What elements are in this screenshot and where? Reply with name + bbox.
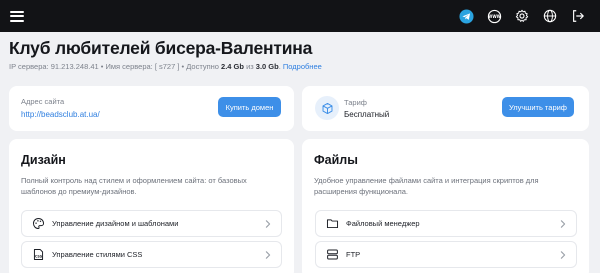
buy-domain-button[interactable]: Купить домен [218,97,281,117]
server-info: IP сервера: 91.213.248.41 • Имя сервера:… [9,62,594,72]
cube-icon [315,96,339,120]
file-manager-item[interactable]: Файловый менеджер [315,210,577,237]
file-manager-label: Файловый менеджер [346,219,420,228]
server-name: Имя сервера: [ s727 ] [105,62,180,71]
ftp-label: FTP [346,250,361,259]
telegram-icon[interactable] [458,8,474,24]
page-header: Клуб любителей бисера-Валентина IP серве… [9,38,594,72]
chevron-right-icon [264,219,272,228]
files-title: Файлы [314,153,358,167]
ftp-item[interactable]: FTP [315,241,577,268]
files-description: Удобное управление файлами сайта и интег… [314,176,539,196]
globe-icon[interactable] [542,8,558,24]
svg-text:CSS: CSS [34,254,42,258]
menu-icon[interactable] [10,10,24,22]
files-section: Файлы Удобное управление файлами сайта и… [302,139,589,273]
disk-total: 3.0 Gb [255,62,279,71]
design-templates-item[interactable]: Управление дизайном и шаблонами [21,210,282,237]
available-prefix: Доступно [186,62,222,71]
chevron-right-icon [264,250,272,259]
more-link[interactable]: Подробнее [283,62,322,71]
server-icon [325,248,339,262]
design-title: Дизайн [21,153,66,167]
site-url-link[interactable]: http://beadsclub.at.ua/ [21,110,100,119]
svg-text:WWW: WWW [488,14,502,19]
chevron-right-icon [559,250,567,259]
exit-icon[interactable] [570,8,586,24]
folder-icon [325,217,339,231]
server-ip: IP сервера: 91.213.248.41 [9,62,99,71]
site-address-label: Адрес сайта [21,97,65,106]
design-templates-label: Управление дизайном и шаблонами [52,219,179,228]
chevron-right-icon [559,219,567,228]
www-icon[interactable]: WWW [486,8,502,24]
top-bar: WWW [0,0,600,32]
settings-icon[interactable] [514,8,530,24]
tariff-label: Тариф [344,98,367,107]
of-text: из [243,62,256,71]
upgrade-tariff-button[interactable]: Улучшить тариф [502,97,574,117]
site-address-card: Адрес сайта http://beadsclub.at.ua/ Купи… [9,86,294,131]
palette-icon [31,217,45,231]
tariff-plan: Бесплатный [344,110,390,119]
top-icons: WWW [458,8,590,24]
page-title: Клуб любителей бисера-Валентина [9,38,313,58]
css-file-icon: CSS [31,248,45,262]
design-section: Дизайн Полный контроль над стилем и офор… [9,139,294,273]
css-styles-label: Управление стилями CSS [52,250,143,259]
disk-used: 2.4 Gb [221,62,244,71]
tariff-card: Тариф Бесплатный Улучшить тариф [302,86,589,131]
design-description: Полный контроль над стилем и оформлением… [21,176,247,196]
css-styles-item[interactable]: CSS Управление стилями CSS [21,241,282,268]
